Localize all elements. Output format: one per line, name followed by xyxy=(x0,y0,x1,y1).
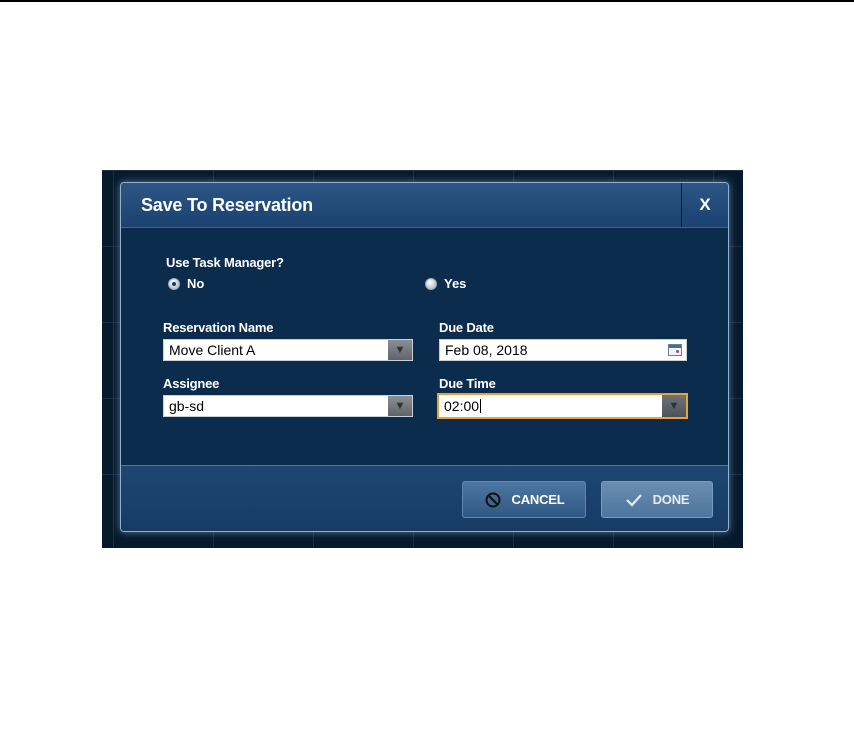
radio-option-no[interactable]: No xyxy=(168,276,204,291)
done-label: DONE xyxy=(652,492,690,507)
due-date-value[interactable]: Feb 08, 2018 xyxy=(440,342,664,358)
text-caret xyxy=(480,399,482,413)
reservation-name-value[interactable]: Move Client A xyxy=(164,342,388,358)
cancel-label: CANCEL xyxy=(511,492,565,507)
done-button[interactable]: DONE xyxy=(601,481,713,518)
due-time-dropdown[interactable]: 02:00 ▼ xyxy=(437,393,688,419)
due-time-label: Due Time xyxy=(439,376,496,391)
top-rule xyxy=(0,0,854,2)
cancel-button[interactable]: CANCEL xyxy=(462,481,586,518)
dialog-footer: CANCEL DONE xyxy=(121,465,728,531)
close-button[interactable]: X xyxy=(681,183,728,227)
app-backdrop: Save To Reservation X Use Task Manager? … xyxy=(102,170,743,548)
task-manager-question: Use Task Manager? xyxy=(166,255,284,270)
due-time-value[interactable]: 02:00 xyxy=(439,398,662,414)
radio-option-yes[interactable]: Yes xyxy=(425,276,466,291)
due-date-label: Due Date xyxy=(439,320,494,335)
dialog-header: Save To Reservation X xyxy=(121,183,728,228)
radio-yes-label: Yes xyxy=(444,276,467,291)
reservation-name-label: Reservation Name xyxy=(163,320,274,335)
radio-yes-indicator[interactable] xyxy=(425,277,437,290)
radio-no-label: No xyxy=(187,276,205,291)
checkmark-icon xyxy=(625,493,642,507)
dialog-body: Use Task Manager? No Yes Reservation Nam… xyxy=(121,228,728,464)
due-date-field[interactable]: Feb 08, 2018 xyxy=(439,339,687,361)
chevron-down-icon[interactable]: ▼ xyxy=(388,340,412,360)
assignee-dropdown[interactable]: gb-sd ▼ xyxy=(163,395,413,417)
calendar-button[interactable] xyxy=(664,340,686,360)
dialog-title: Save To Reservation xyxy=(141,195,313,215)
assignee-label: Assignee xyxy=(163,376,220,391)
due-time-text[interactable]: 02:00 xyxy=(444,398,479,414)
assignee-value[interactable]: gb-sd xyxy=(164,398,388,414)
reservation-name-dropdown[interactable]: Move Client A ▼ xyxy=(163,339,413,361)
save-to-reservation-dialog: Save To Reservation X Use Task Manager? … xyxy=(120,182,729,532)
chevron-down-icon[interactable]: ▼ xyxy=(388,396,412,416)
calendar-icon[interactable] xyxy=(668,344,682,356)
chevron-down-icon[interactable]: ▼ xyxy=(662,395,686,417)
radio-no-indicator[interactable] xyxy=(168,277,180,290)
prohibited-icon xyxy=(485,492,501,507)
